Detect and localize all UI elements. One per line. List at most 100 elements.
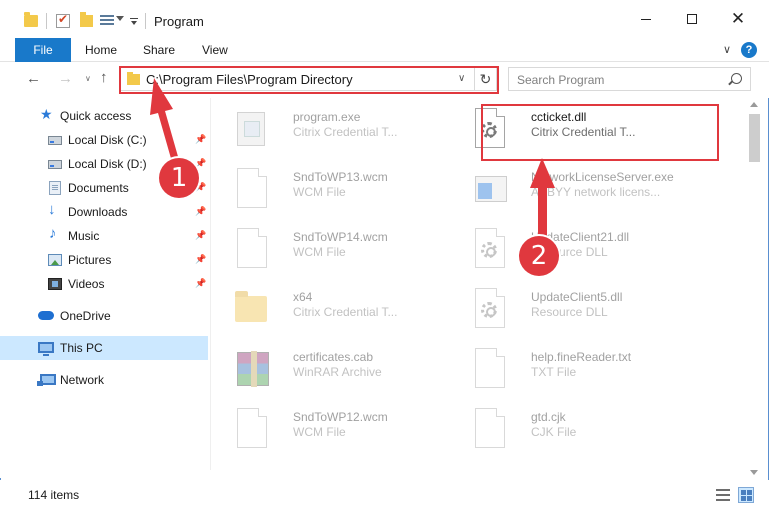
- sidebar-item-local-disk-c[interactable]: Local Disk (C:) 📌: [0, 128, 208, 152]
- vertical-scrollbar[interactable]: [746, 98, 763, 480]
- sidebar-item-label: Local Disk (D:): [68, 157, 147, 171]
- file-item[interactable]: SndToWP14.wcm WCM File: [213, 220, 449, 274]
- tab-view[interactable]: View: [202, 43, 228, 57]
- folder-icon: [24, 12, 38, 27]
- exe-icon: [471, 168, 509, 210]
- step-2-badge: 2: [519, 236, 559, 276]
- properties-icon[interactable]: [56, 12, 70, 28]
- toolbar-divider: [46, 13, 47, 29]
- new-folder-icon[interactable]: [80, 12, 93, 27]
- videos-icon: [48, 278, 62, 290]
- file-name: UpdateClient5.dll: [531, 290, 623, 304]
- file-item[interactable]: help.fineReader.txt TXT File: [451, 340, 687, 394]
- search-icon[interactable]: [731, 73, 742, 84]
- file-name: SndToWP13.wcm: [293, 170, 388, 184]
- blank-file-icon: [471, 348, 509, 390]
- star-icon: ★: [40, 106, 53, 122]
- pin-icon[interactable]: 📌: [195, 158, 206, 169]
- file-item[interactable]: UpdateClient21.dll Resource DLL: [451, 220, 687, 274]
- file-type: CJK File: [531, 425, 577, 439]
- close-icon: ✕: [730, 9, 746, 28]
- view-options-icon[interactable]: [100, 14, 114, 27]
- file-type: WCM File: [293, 185, 346, 199]
- sidebar-item-videos[interactable]: Videos 📌: [0, 272, 208, 296]
- scroll-down-icon[interactable]: [750, 470, 758, 475]
- file-type: Citrix Credential T...: [293, 125, 398, 139]
- file-item[interactable]: certificates.cab WinRAR Archive: [213, 340, 449, 394]
- sidebar-item-onedrive[interactable]: OneDrive: [0, 304, 208, 328]
- file-name: NetworkLicenseServer.exe: [531, 170, 674, 184]
- tab-share[interactable]: Share: [143, 43, 175, 57]
- sidebar-item-label: Pictures: [68, 253, 112, 267]
- maximize-button[interactable]: [669, 4, 715, 34]
- help-icon[interactable]: ?: [741, 42, 757, 58]
- archive-icon: [233, 348, 271, 390]
- sidebar-item-pictures[interactable]: Pictures 📌: [0, 248, 208, 272]
- file-item[interactable]: program.exe Citrix Credential T...: [213, 100, 449, 154]
- file-type: Resource DLL: [531, 305, 608, 319]
- file-type: ABBYY network licens...: [531, 185, 661, 199]
- tab-home[interactable]: Home: [85, 43, 117, 57]
- ribbon-tabs: File Home Share View ∨ ?: [0, 38, 769, 62]
- file-item[interactable]: gtd.cjk CJK File: [451, 400, 687, 454]
- sidebar-item-network[interactable]: Network: [0, 368, 208, 392]
- this-pc-icon: [38, 342, 54, 356]
- up-arrow-icon[interactable]: ↑: [100, 69, 108, 86]
- file-name: x64: [293, 290, 313, 304]
- pin-icon[interactable]: 📌: [195, 254, 206, 265]
- documents-icon: [49, 181, 61, 195]
- maximize-icon: [687, 14, 697, 24]
- details-view-icon[interactable]: [716, 489, 730, 501]
- file-name: program.exe: [293, 110, 361, 124]
- scroll-thumb[interactable]: [749, 114, 760, 162]
- pin-icon[interactable]: 📌: [195, 206, 206, 217]
- sidebar-item-label: Music: [68, 229, 100, 243]
- quick-access-dropdown-icon[interactable]: [116, 16, 124, 21]
- window-title: Program: [154, 14, 204, 29]
- download-icon: ↓: [48, 201, 56, 218]
- sidebar-item-downloads[interactable]: ↓ Downloads 📌: [0, 200, 208, 224]
- chevron-down-icon[interactable]: ∨: [723, 43, 731, 56]
- program-icon: [233, 108, 271, 150]
- file-item[interactable]: NetworkLicenseServer.exe ABBYY network l…: [451, 160, 687, 214]
- network-icon: [37, 374, 56, 386]
- forward-arrow-icon[interactable]: →: [58, 70, 73, 87]
- folder-item[interactable]: x64 Citrix Credential T...: [213, 280, 449, 334]
- file-type: WCM File: [293, 245, 346, 259]
- file-name: help.fineReader.txt: [531, 350, 632, 364]
- pin-icon[interactable]: 📌: [195, 134, 206, 145]
- blank-file-icon: [233, 228, 271, 270]
- step-1-badge: 1: [159, 158, 199, 198]
- scroll-up-icon[interactable]: [750, 102, 758, 107]
- drive-icon: [48, 160, 62, 169]
- back-arrow-icon[interactable]: ←: [26, 70, 41, 87]
- sidebar-item-this-pc[interactable]: This PC: [0, 336, 208, 360]
- minimize-icon: [641, 18, 651, 20]
- pictures-icon: [48, 254, 62, 266]
- sidebar-item-quick-access[interactable]: ★ Quick access: [0, 104, 208, 128]
- address-bar-highlight: [119, 66, 499, 94]
- recent-locations-icon[interactable]: ∨: [85, 74, 91, 83]
- search-input[interactable]: Search Program: [508, 67, 751, 91]
- file-name: gtd.cjk: [531, 410, 566, 424]
- sidebar-item-label: Downloads: [68, 205, 128, 219]
- file-item[interactable]: UpdateClient5.dll Resource DLL: [451, 280, 687, 334]
- pin-icon[interactable]: 📌: [195, 278, 206, 289]
- file-item[interactable]: SndToWP12.wcm WCM File: [213, 400, 449, 454]
- item-count: 114 items: [28, 488, 80, 502]
- file-item[interactable]: SndToWP13.wcm WCM File: [213, 160, 449, 214]
- minimize-button[interactable]: [623, 4, 669, 34]
- sidebar-item-label: Videos: [68, 277, 105, 291]
- folder-icon: [233, 288, 271, 330]
- large-icons-view-icon[interactable]: [738, 487, 754, 503]
- search-placeholder: Search Program: [517, 73, 605, 87]
- close-button[interactable]: ✕: [715, 4, 761, 34]
- blank-file-icon: [233, 408, 271, 450]
- file-type: TXT File: [531, 365, 577, 379]
- sidebar-item-label: This PC: [60, 341, 103, 355]
- tab-file[interactable]: File: [15, 38, 71, 62]
- sidebar-item-label: Quick access: [60, 109, 132, 123]
- pin-icon[interactable]: 📌: [195, 230, 206, 241]
- sidebar-item-music[interactable]: ♪ Music 📌: [0, 224, 208, 248]
- customize-toolbar-icon[interactable]: [130, 15, 138, 31]
